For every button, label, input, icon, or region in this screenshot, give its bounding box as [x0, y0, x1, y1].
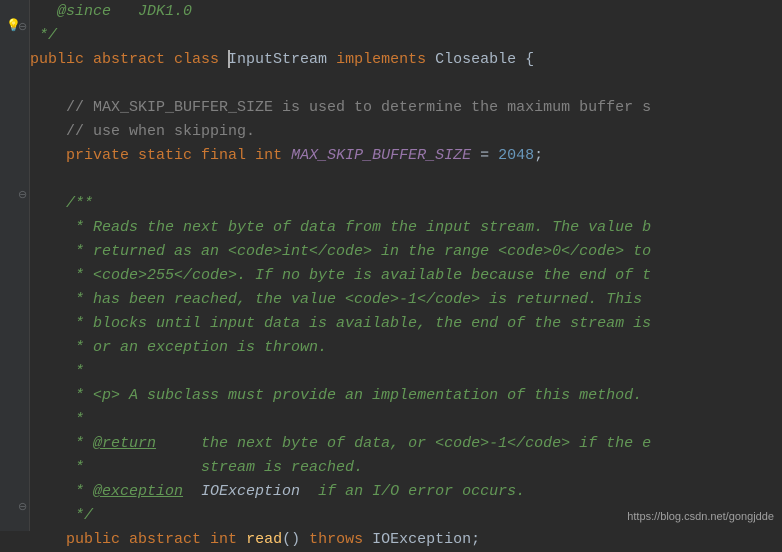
keyword-private: private — [30, 147, 138, 164]
javadoc-text: * <p> A subclass must provide an impleme… — [30, 387, 642, 404]
keyword-int: int — [255, 147, 291, 164]
javadoc-text: * Reads the next byte of data from the i… — [30, 219, 651, 236]
exception-type: IOException — [372, 531, 471, 548]
javadoc-text: * — [30, 435, 93, 452]
brace: { — [525, 51, 534, 68]
javadoc-start: /** — [30, 195, 93, 212]
code-line: @since JDK1.0 — [30, 0, 782, 24]
method-name: read — [246, 531, 282, 548]
keyword-final: final — [201, 147, 255, 164]
code-line: * returned as an <code>int</code> in the… — [30, 240, 782, 264]
javadoc-text: @since JDK1.0 — [30, 3, 192, 20]
keyword-throws: throws — [309, 531, 372, 548]
fold-marker-icon[interactable]: ⊖ — [18, 20, 27, 34]
interface-name: Closeable — [435, 51, 525, 68]
class-name: InputStream — [228, 51, 336, 68]
keyword-class: class — [174, 51, 228, 68]
keyword-int: int — [210, 531, 246, 548]
javadoc-text: * has been reached, the value <code>-1</… — [30, 291, 651, 308]
code-line: * Reads the next byte of data from the i… — [30, 216, 782, 240]
keyword-abstract: abstract — [129, 531, 210, 548]
line-comment: // MAX_SKIP_BUFFER_SIZE is used to deter… — [30, 99, 651, 116]
code-line: public abstract int read() throws IOExce… — [30, 528, 782, 552]
javadoc-text: * — [30, 363, 84, 380]
code-line: private static final int MAX_SKIP_BUFFER… — [30, 144, 782, 168]
semicolon: ; — [534, 147, 543, 164]
static-field: MAX_SKIP_BUFFER_SIZE — [291, 147, 471, 164]
code-line: * @exception IOException if an I/O error… — [30, 480, 782, 504]
javadoc-text: * stream is reached. — [30, 459, 363, 476]
code-line: * — [30, 360, 782, 384]
javadoc-exception-tag: @exception — [93, 483, 183, 500]
javadoc-return-tag: @return — [93, 435, 156, 452]
watermark-text: https://blog.csdn.net/gongjdde — [627, 511, 774, 523]
code-line: // MAX_SKIP_BUFFER_SIZE is used to deter… — [30, 96, 782, 120]
fold-marker-icon[interactable]: ⊖ — [18, 500, 27, 514]
javadoc-text: * blocks until input data is available, … — [30, 315, 651, 332]
javadoc-end: */ — [30, 507, 93, 524]
editor-gutter: 💡 ⊖ ⊖ ⊖ — [0, 0, 30, 531]
javadoc-text: if an I/O error occurs. — [300, 483, 525, 500]
code-line: * — [30, 408, 782, 432]
javadoc-text: the next byte of data, or <code>-1</code… — [156, 435, 651, 452]
code-line — [30, 168, 782, 192]
code-line: * has been reached, the value <code>-1</… — [30, 288, 782, 312]
code-line: * stream is reached. — [30, 456, 782, 480]
exception-type: IOException — [183, 483, 300, 500]
code-line: * <code>255</code>. If no byte is availa… — [30, 264, 782, 288]
javadoc-text: * <code>255</code>. If no byte is availa… — [30, 267, 651, 284]
javadoc-text: * or an exception is thrown. — [30, 339, 327, 356]
javadoc-end: */ — [30, 27, 57, 44]
code-line: * @return the next byte of data, or <cod… — [30, 432, 782, 456]
code-line: /** — [30, 192, 782, 216]
keyword-public: public — [30, 51, 93, 68]
number-literal: 2048 — [498, 147, 534, 164]
code-line: */ — [30, 24, 782, 48]
parentheses: () — [282, 531, 309, 548]
fold-marker-icon[interactable]: ⊖ — [18, 188, 27, 202]
code-line: // use when skipping. — [30, 120, 782, 144]
code-line: * blocks until input data is available, … — [30, 312, 782, 336]
code-line — [30, 72, 782, 96]
keyword-public: public — [30, 531, 129, 548]
keyword-abstract: abstract — [93, 51, 174, 68]
code-line: * or an exception is thrown. — [30, 336, 782, 360]
line-comment: // use when skipping. — [30, 123, 255, 140]
code-line: * <p> A subclass must provide an impleme… — [30, 384, 782, 408]
javadoc-text: * returned as an <code>int</code> in the… — [30, 243, 651, 260]
code-line: public abstract class InputStream implem… — [30, 48, 782, 72]
keyword-implements: implements — [336, 51, 435, 68]
code-editor[interactable]: @since JDK1.0 */ public abstract class I… — [30, 0, 782, 552]
equals-operator: = — [471, 147, 498, 164]
javadoc-text: * — [30, 411, 84, 428]
keyword-static: static — [138, 147, 201, 164]
semicolon: ; — [471, 531, 480, 548]
javadoc-text: * — [30, 483, 93, 500]
